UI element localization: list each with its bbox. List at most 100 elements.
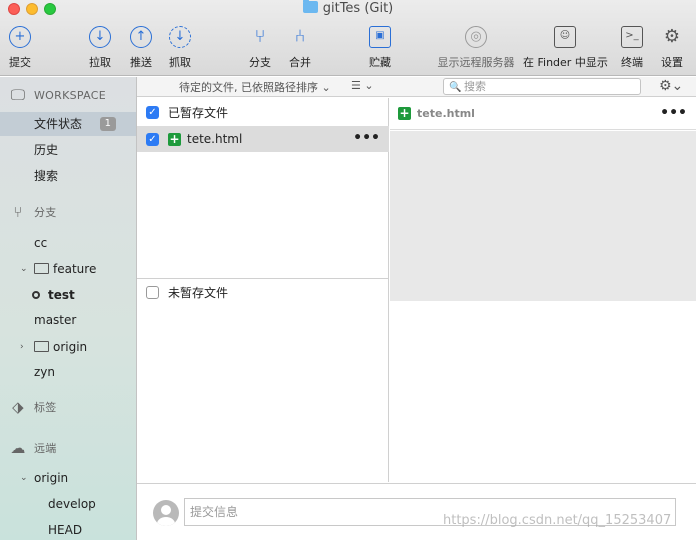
folder-icon [34, 341, 49, 352]
terminal-icon: >_ [621, 26, 643, 48]
branches-header[interactable]: ⑂ 分支 [8, 202, 57, 222]
sidebar: 🖵 WORKSPACE 文件状态 1 历史 搜索 ⑂ 分支 cc ⌄ featu… [0, 77, 137, 540]
branch-folder-feature[interactable]: ⌄ feature [0, 257, 136, 281]
stash-icon: ▣ [369, 26, 391, 48]
diff-file-name: tete.html [417, 107, 475, 120]
branch-label: master [34, 313, 77, 327]
pending-count-badge: 1 [99, 117, 116, 131]
pull-button[interactable]: ↓ 拉取 [86, 26, 114, 70]
push-button[interactable]: ↑ 推送 [127, 26, 155, 70]
tags-header[interactable]: ⬗ 标签 [8, 397, 57, 417]
unstaged-label: 未暂存文件 [168, 285, 229, 300]
sidebar-item-search[interactable]: 搜索 [0, 164, 136, 188]
branch-label: zyn [34, 365, 56, 379]
monitor-icon: 🖵 [10, 86, 26, 104]
staged-all-checkbox[interactable]: ✓ [146, 105, 159, 119]
gear-icon: ⚙ [663, 26, 681, 47]
tag-icon: ⬗ [12, 398, 24, 416]
globe-icon: ◎ [465, 26, 487, 48]
cloud-icon: ☁ [10, 439, 26, 457]
branches-header-label: 分支 [34, 206, 57, 219]
view-mode-dropdown[interactable]: ☰ ⌄ [351, 79, 374, 92]
push-label: 推送 [130, 56, 152, 69]
fetch-circle-icon: ↓ [169, 26, 191, 48]
settings-label: 设置 [661, 56, 683, 69]
window-title: gitTes (Git) [0, 0, 696, 16]
show-in-finder-button[interactable]: ☺ 在 Finder 中显示 [523, 26, 608, 70]
sidebar-item-history[interactable]: 历史 [0, 138, 136, 162]
unstaged-section-header: 未暂存文件 [137, 279, 389, 305]
plus-circle-icon: + [9, 26, 31, 48]
staged-label: 已暂存文件 [168, 105, 229, 120]
more-options-icon[interactable]: ••• [660, 105, 687, 121]
branch-item[interactable]: cc [0, 231, 136, 255]
branch-icon: ⑂ [13, 203, 23, 221]
workspace-header-label: WORKSPACE [34, 88, 106, 102]
toolbar: gitTes (Git) + 提交 ↓ 拉取 ↑ 推送 ↓ 抓取 ⑂ 分支 ⑃ … [0, 0, 696, 76]
branch-icon: ⑂ [254, 26, 266, 47]
added-file-icon: + [168, 131, 181, 146]
workspace-header: 🖵 WORKSPACE [8, 85, 106, 105]
remote-branch-item[interactable]: HEAD [0, 518, 136, 540]
branch-label: cc [34, 236, 48, 250]
remote-label: origin [34, 471, 69, 485]
merge-label: 合并 [289, 56, 311, 69]
folder-icon [34, 263, 49, 274]
window-title-text: gitTes (Git) [322, 1, 394, 16]
remote-branch-item[interactable]: develop [0, 492, 136, 516]
arrow-up-circle-icon: ↑ [130, 26, 152, 48]
show-in-finder-label: 在 Finder 中显示 [523, 56, 608, 69]
remote-branch-label: HEAD [48, 523, 83, 537]
sidebar-item-label: 文件状态 [34, 117, 83, 131]
commit-area: 提交信息 [137, 483, 696, 540]
sidebar-item-label: 历史 [34, 143, 59, 157]
fetch-label: 抓取 [169, 56, 191, 69]
watermark: https://blog.csdn.net/qq_15253407 [443, 513, 672, 528]
pull-label: 拉取 [89, 56, 111, 69]
commit-placeholder: 提交信息 [190, 505, 239, 519]
sidebar-item-file-status[interactable]: 文件状态 1 [0, 112, 136, 136]
remotes-header[interactable]: ☁ 远端 [8, 438, 57, 458]
chevron-down-icon[interactable]: ⌄ [20, 466, 28, 490]
remotes-header-label: 远端 [34, 442, 57, 455]
file-pane: ✓ 已暂存文件 ✓ + tete.html ••• 未暂存文件 [137, 98, 389, 482]
file-checkbox[interactable]: ✓ [146, 132, 159, 146]
finder-icon: ☺ [554, 26, 576, 48]
branch-item[interactable]: zyn [0, 360, 136, 384]
diff-pane: + tete.html ••• [390, 98, 696, 482]
unstaged-all-checkbox[interactable] [146, 285, 159, 299]
current-branch-item[interactable]: test [0, 283, 136, 307]
commit-button[interactable]: + 提交 [6, 26, 34, 70]
branch-button[interactable]: ⑂ 分支 [246, 26, 274, 70]
branch-item[interactable]: master [0, 308, 136, 332]
staged-section-header: ✓ 已暂存文件 [137, 99, 389, 125]
merge-button[interactable]: ⑃ 合并 [286, 26, 314, 70]
sort-dropdown[interactable]: 待定的文件, 已依照路径排序 ⌄ [179, 79, 331, 95]
avatar [153, 500, 179, 526]
tags-header-label: 标签 [34, 401, 57, 414]
diff-content [390, 131, 696, 301]
diff-header: + tete.html ••• [390, 98, 696, 130]
gear-menu-button[interactable]: ⚙⌄ [659, 78, 683, 94]
terminal-label: 终端 [621, 56, 643, 69]
branch-folder-label: feature [53, 262, 97, 276]
search-icon: 🔍 [449, 82, 462, 93]
commit-label: 提交 [9, 56, 31, 69]
branch-label: test [48, 288, 75, 302]
terminal-button[interactable]: >_ 终端 [618, 26, 646, 70]
more-options-icon[interactable]: ••• [353, 130, 380, 146]
stash-button[interactable]: ▣ 贮藏 [366, 26, 394, 70]
chevron-right-icon[interactable]: › [20, 335, 24, 359]
branch-folder-label: origin [53, 340, 88, 354]
current-branch-icon [32, 291, 40, 299]
branch-folder-origin[interactable]: › origin [0, 335, 136, 359]
chevron-down-icon[interactable]: ⌄ [20, 257, 28, 281]
settings-button[interactable]: ⚙ 设置 [658, 26, 686, 70]
remote-branch-label: develop [48, 497, 96, 511]
fetch-button[interactable]: ↓ 抓取 [166, 26, 194, 70]
branch-label: 分支 [249, 56, 271, 69]
file-row[interactable]: ✓ + tete.html ••• [137, 126, 389, 152]
remote-origin[interactable]: ⌄ origin [0, 466, 136, 490]
search-input[interactable]: 🔍 搜索 [443, 78, 641, 95]
show-remote-button[interactable]: ◎ 显示远程服务器 [436, 26, 516, 70]
